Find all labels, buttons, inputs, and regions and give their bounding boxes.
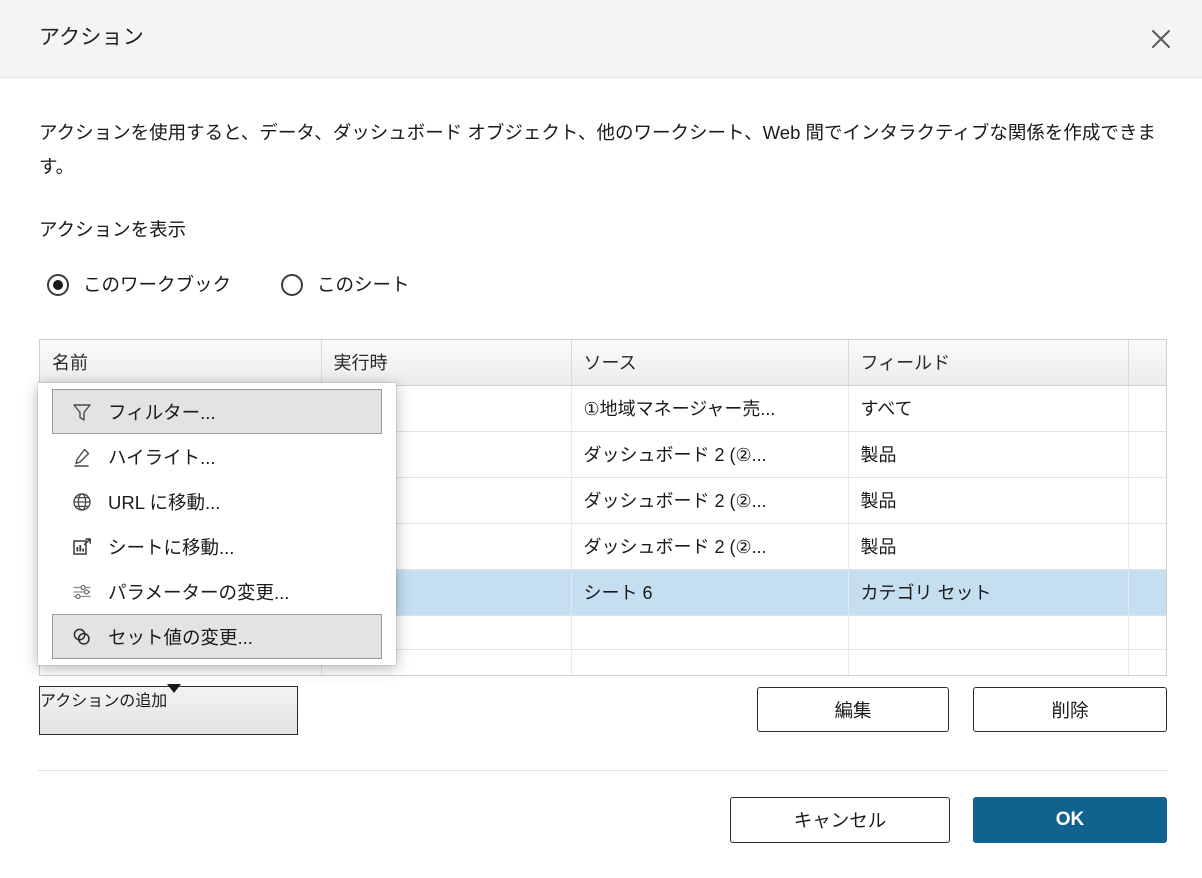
ok-button[interactable]: OK bbox=[973, 797, 1167, 843]
menu-item-change-parameter-label: パラメーターの変更... bbox=[108, 581, 290, 603]
column-header-name[interactable]: 名前 bbox=[40, 340, 322, 386]
menu-item-change-parameter[interactable]: パラメーターの変更... bbox=[52, 569, 382, 614]
ok-button-label: OK bbox=[1055, 809, 1085, 830]
cell-source: ダッシュボード 2 (②... bbox=[571, 477, 849, 524]
cell-field: 製品 bbox=[848, 431, 1129, 478]
menu-item-url[interactable]: URL に移動... bbox=[52, 479, 382, 524]
radio-this-sheet[interactable]: このシート bbox=[281, 274, 410, 296]
cell-extra bbox=[1128, 431, 1166, 478]
cell-extra bbox=[1128, 615, 1166, 650]
radio-this-workbook-label: このワークブック bbox=[83, 274, 232, 295]
cell-field: すべて bbox=[848, 385, 1129, 432]
go-to-sheet-icon bbox=[69, 534, 95, 560]
column-header-source[interactable]: ソース bbox=[571, 340, 849, 386]
menu-item-highlight-label: ハイライト... bbox=[108, 446, 216, 468]
scope-radio-group: このワークブック このシート bbox=[47, 274, 410, 296]
chevron-down-icon bbox=[167, 684, 182, 710]
column-header-extra[interactable] bbox=[1128, 340, 1166, 386]
set-values-icon bbox=[69, 624, 95, 650]
cell-field bbox=[848, 615, 1129, 650]
menu-item-highlight[interactable]: ハイライト... bbox=[52, 434, 382, 479]
highlighter-icon bbox=[69, 444, 95, 470]
column-header-when[interactable]: 実行時 bbox=[321, 340, 572, 386]
table-header-row: 名前 実行時 ソース フィールド bbox=[40, 340, 1166, 386]
radio-this-sheet-mark bbox=[281, 274, 304, 296]
show-actions-label: アクションを表示 bbox=[39, 219, 187, 240]
menu-item-go-to-sheet-label: シートに移動... bbox=[108, 536, 235, 558]
cell-source: ダッシュボード 2 (②... bbox=[571, 431, 849, 478]
menu-item-change-set-values[interactable]: セット値の変更... bbox=[52, 614, 382, 659]
add-action-button[interactable]: アクションの追加 bbox=[39, 684, 298, 735]
menu-item-filter[interactable]: フィルター... bbox=[52, 389, 382, 434]
cell-extra bbox=[1128, 569, 1166, 616]
add-action-button-label: アクションの追加 bbox=[40, 693, 168, 710]
delete-button-label: 削除 bbox=[1051, 699, 1089, 721]
menu-item-change-set-values-label: セット値の変更... bbox=[108, 626, 253, 648]
edit-button-label: 編集 bbox=[834, 699, 872, 721]
edit-button[interactable]: 編集 bbox=[757, 687, 949, 732]
radio-this-workbook[interactable]: このワークブック bbox=[47, 274, 231, 296]
cell-field: 製品 bbox=[848, 523, 1129, 570]
close-icon[interactable] bbox=[1142, 20, 1180, 58]
radio-this-sheet-label: このシート bbox=[317, 274, 410, 295]
cell-source: シート 6 bbox=[571, 569, 849, 616]
delete-button[interactable]: 削除 bbox=[973, 687, 1167, 732]
dialog-title: アクション bbox=[39, 26, 144, 49]
menu-item-filter-label: フィルター... bbox=[108, 401, 216, 423]
cancel-button-label: キャンセル bbox=[793, 810, 887, 831]
cell-extra bbox=[1128, 477, 1166, 524]
add-action-menu: フィルター... ハイライト... URL に移動... シートに移動... パ… bbox=[38, 383, 396, 665]
filter-icon bbox=[69, 399, 95, 425]
actions-dialog: アクション アクションを使用すると、データ、ダッシュボード オブジェクト、他のワ… bbox=[0, 0, 1202, 878]
cell-source bbox=[571, 615, 849, 650]
dialog-description: アクションを使用すると、データ、ダッシュボード オブジェクト、他のワークシート、… bbox=[39, 122, 1156, 177]
dialog-titlebar: アクション bbox=[0, 0, 1202, 78]
cell-source: ダッシュボード 2 (②... bbox=[571, 523, 849, 570]
footer-separator bbox=[38, 770, 1168, 771]
cell-source: ①地域マネージャー売... bbox=[571, 385, 849, 432]
radio-this-workbook-mark bbox=[47, 274, 69, 296]
menu-item-go-to-sheet[interactable]: シートに移動... bbox=[52, 524, 382, 569]
cell-field: カテゴリ セット bbox=[848, 569, 1129, 616]
cell-extra bbox=[1128, 523, 1166, 570]
menu-item-url-label: URL に移動... bbox=[108, 491, 221, 513]
sliders-icon bbox=[69, 579, 95, 605]
cell-field: 製品 bbox=[848, 477, 1129, 524]
globe-icon bbox=[69, 489, 95, 515]
cell-extra bbox=[1128, 385, 1166, 432]
cancel-button[interactable]: キャンセル bbox=[730, 797, 950, 843]
column-header-field[interactable]: フィールド bbox=[848, 340, 1129, 386]
